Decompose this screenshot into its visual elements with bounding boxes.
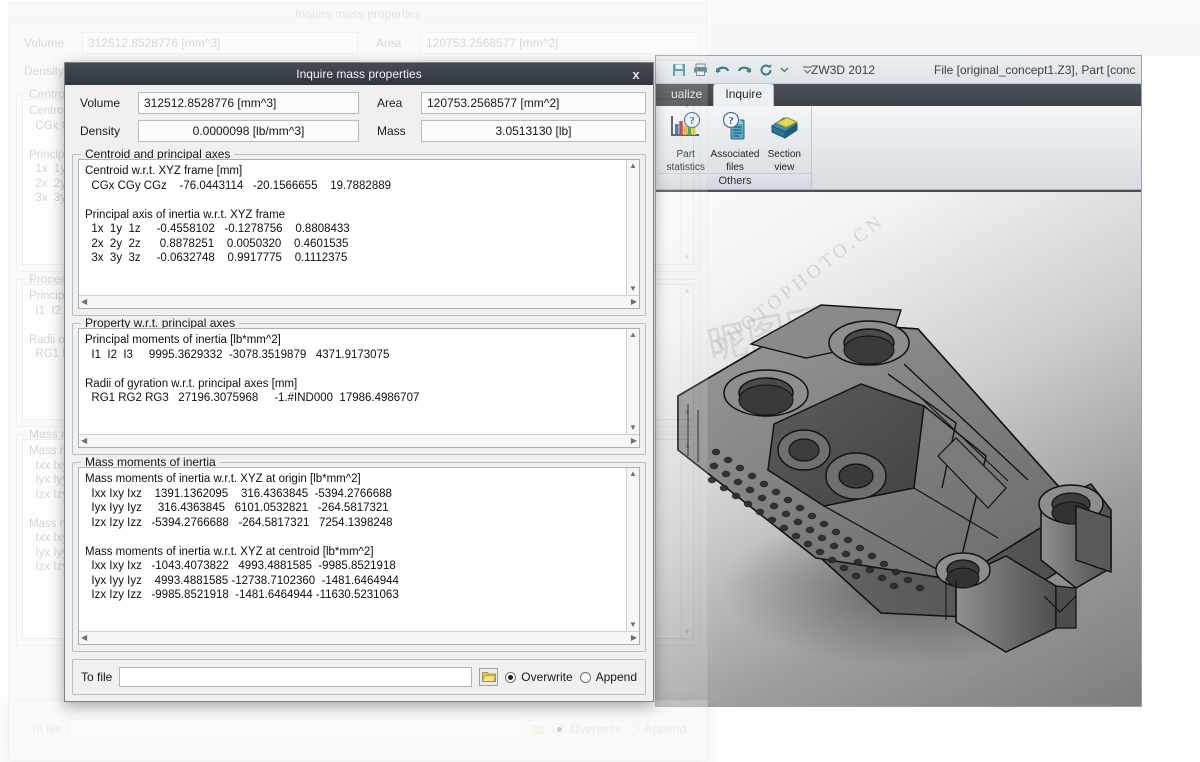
ghost-volume-value: 312512.8528776 [mm^3]	[82, 31, 358, 54]
mass-row: Mass 3.0513130 [lb]	[359, 119, 646, 142]
scroll-right-icon[interactable]: ▶	[631, 634, 637, 642]
screen-root: Inquire mass properties x Volume 312512.…	[0, 0, 1200, 762]
section-view-label-2: view	[774, 162, 795, 173]
density-row: Density 0.0000098 [lb/mm^3]	[72, 119, 359, 142]
density-value[interactable]: 0.0000098 [lb/mm^3]	[138, 119, 359, 142]
viewport-3d[interactable]: PHOTOPHOTO.CN 昵图网 PHOTOPHOTO.CN	[656, 190, 1141, 706]
volume-value[interactable]: 312512.8528776 [mm^3]	[138, 91, 359, 114]
property-hscrollbar[interactable]: ◀ ▶	[79, 434, 639, 447]
area-label: Area	[377, 95, 403, 110]
summary-fields: Volume 312512.8528776 [mm^3] Density 0.0…	[72, 91, 646, 147]
group-property-principal-axes: Property w.r.t. principal axes Principal…	[72, 316, 646, 455]
area-row: Area 120753.2568577 [mm^2]	[359, 91, 646, 114]
section-view-icon	[767, 112, 801, 147]
mass-label: Mass	[377, 123, 406, 138]
dialog-body: Volume 312512.8528776 [mm^3] Density 0.0…	[65, 85, 653, 701]
overwrite-radio[interactable]	[505, 671, 517, 683]
undo-icon[interactable]	[715, 64, 730, 76]
scroll-down-icon[interactable]: ▼	[629, 285, 637, 293]
property-vscrollbar[interactable]: ▲ ▼	[626, 329, 639, 434]
scroll-right-icon[interactable]: ▶	[631, 298, 637, 306]
append-radio[interactable]	[579, 671, 591, 683]
to-file-label: To file	[81, 670, 113, 684]
ribbon-tab-bar: ualize Inquire	[656, 83, 1141, 106]
background-zw3d-ghost	[710, 0, 1200, 56]
zw3d-titlebar: ZW3D 2012 File [original_concept1.Z3], P…	[656, 56, 1141, 84]
ghost-overwrite-label: Overwrite	[570, 722, 622, 736]
close-icon[interactable]: x	[625, 63, 647, 85]
volume-label: Volume	[80, 95, 121, 110]
ghost-append-label: Append	[644, 722, 686, 736]
section-view-button[interactable]: Section view	[760, 110, 809, 173]
overwrite-radio-group[interactable]: Overwrite	[505, 670, 573, 684]
scroll-down-icon[interactable]: ▼	[629, 621, 637, 629]
svg-text:?: ?	[728, 116, 733, 127]
centroid-hscrollbar[interactable]: ◀ ▶	[79, 295, 639, 308]
scroll-left-icon[interactable]: ◀	[81, 634, 87, 642]
scroll-up-icon[interactable]: ▲	[629, 162, 637, 170]
mass-value[interactable]: 3.0513130 [lb]	[421, 119, 646, 142]
ghost-dialog-titlebar: Inquire mass properties x	[9, 3, 707, 25]
overwrite-label: Overwrite	[521, 670, 573, 684]
scroll-right-icon[interactable]: ▶	[631, 437, 637, 445]
scroll-left-icon[interactable]: ◀	[81, 437, 87, 445]
associated-files-button[interactable]: ? Associated files	[710, 110, 759, 173]
centroid-vscrollbar[interactable]: ▲ ▼	[626, 160, 639, 295]
ribbon: ? Part statistics	[656, 106, 1141, 190]
volume-row: Volume 312512.8528776 [mm^3]	[72, 91, 359, 114]
refresh-icon[interactable]	[759, 63, 773, 77]
density-label: Density	[80, 123, 121, 138]
section-view-label-1: Section	[767, 149, 801, 160]
associated-files-icon: ?	[718, 111, 752, 147]
scroll-up-icon[interactable]: ▲	[629, 331, 637, 339]
ghost-close-icon: x	[686, 6, 694, 22]
mass-moments-hscrollbar[interactable]: ◀ ▶	[79, 631, 639, 644]
scroll-left-icon[interactable]: ◀	[81, 298, 87, 306]
dialog-titlebar[interactable]: Inquire mass properties x	[65, 63, 653, 85]
associated-files-label-2: files	[726, 162, 744, 173]
ghost-volume-label: Volume	[24, 35, 65, 50]
area-value[interactable]: 120753.2568577 [mm^2]	[421, 91, 646, 114]
scroll-up-icon[interactable]: ▲	[629, 470, 637, 478]
ghost-dialog-title: Inquire mass properties	[295, 7, 421, 21]
to-file-bar: To file Overwrite Append	[72, 659, 646, 695]
tab-inquire[interactable]: Inquire	[713, 83, 775, 106]
folder-icon[interactable]	[479, 668, 499, 686]
zw3d-file-title: File [original_concept1.Z3], Part [conc	[934, 63, 1136, 77]
append-label: Append	[595, 670, 637, 684]
chevron-down-icon[interactable]	[780, 65, 789, 74]
dialog-title: Inquire mass properties	[296, 67, 422, 81]
associated-files-label-1: Associated	[710, 149, 760, 160]
background-dialog-footer-ghost: To file Overwrite Append	[8, 700, 708, 760]
cad-model-bracket[interactable]	[656, 190, 1141, 706]
inquire-mass-properties-dialog[interactable]: Inquire mass properties x Volume 312512.…	[64, 62, 654, 702]
zw3d-window: ZW3D 2012 File [original_concept1.Z3], P…	[655, 55, 1142, 707]
centroid-text: Centroid w.r.t. XYZ frame [mm] CGx CGy C…	[85, 165, 392, 264]
scroll-down-icon[interactable]: ▼	[629, 424, 637, 432]
ghost-to-file-label: To file	[30, 722, 62, 736]
redo-icon[interactable]	[737, 64, 752, 76]
ghost-area-label: Area	[376, 35, 402, 50]
group-centroid-principal-axes: Centroid and principal axes Centroid w.r…	[72, 147, 646, 316]
zw3d-app-title: ZW3D 2012	[811, 63, 876, 77]
ghost-area-value: 120753.2568577 [mm^2]	[420, 31, 700, 54]
to-file-input[interactable]	[119, 667, 473, 687]
mass-moments-text: Mass moments of inertia w.r.t. XYZ at or…	[85, 473, 399, 601]
property-text: Principal moments of inertia [lb*mm^2] I…	[85, 334, 420, 404]
append-radio-group[interactable]: Append	[579, 670, 637, 684]
mass-moments-vscrollbar[interactable]: ▲ ▼	[626, 468, 639, 631]
ghost-folder-icon	[528, 720, 548, 738]
group-mass-moments-of-inertia: Mass moments of inertia Mass moments of …	[72, 455, 646, 652]
